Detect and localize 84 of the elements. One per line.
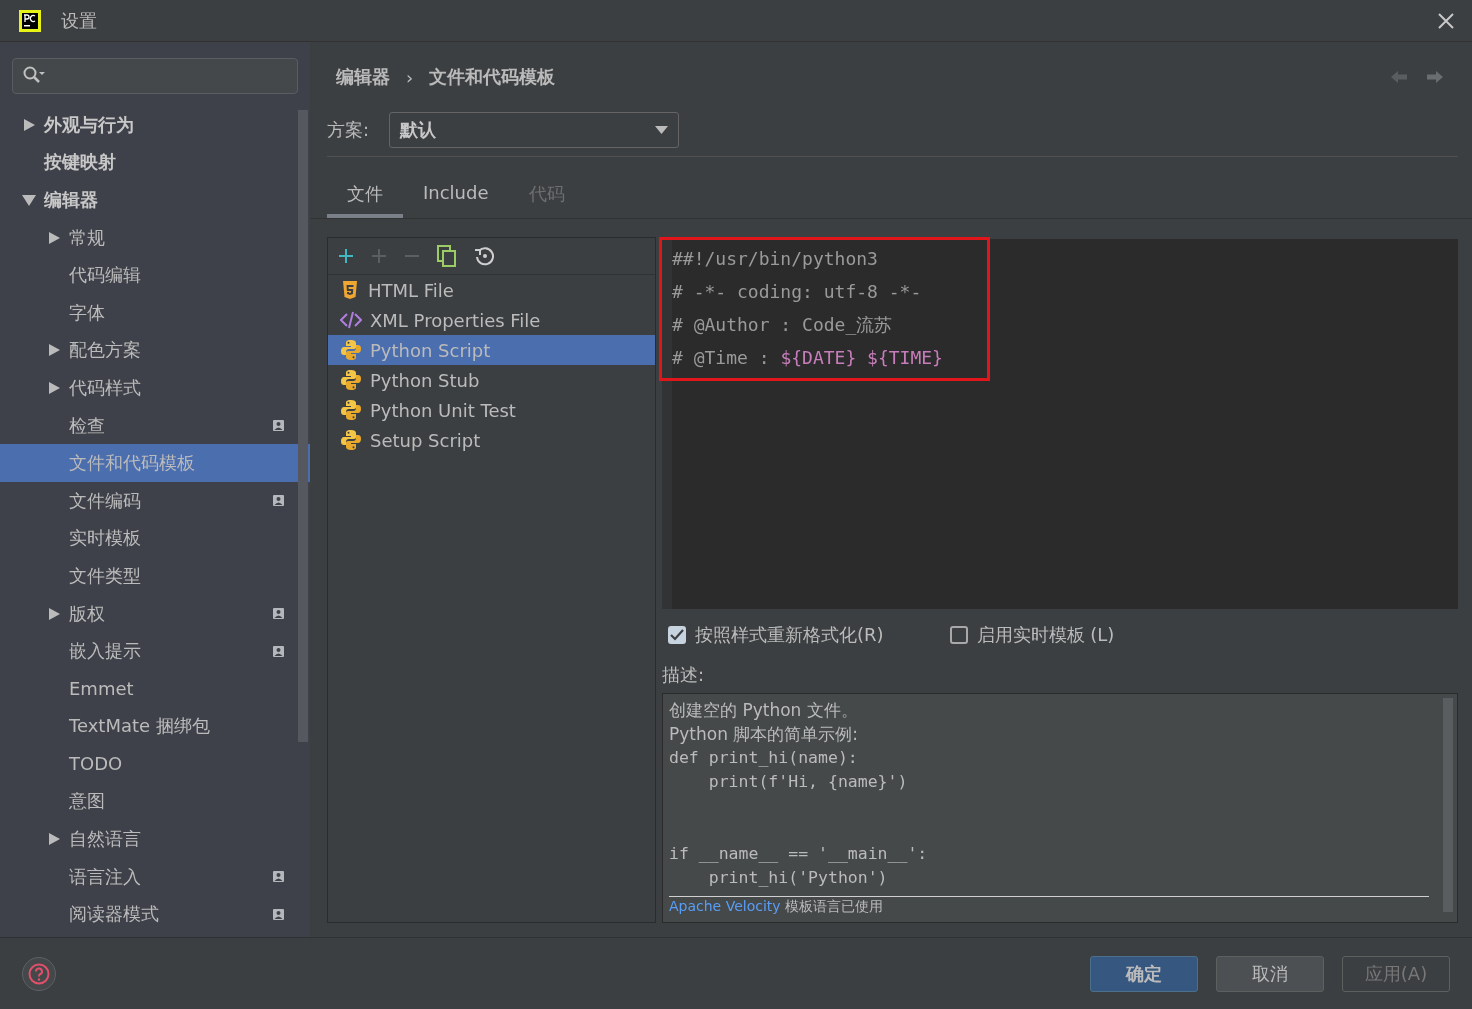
collapse-arrow-icon[interactable] xyxy=(22,193,36,207)
tree-item[interactable]: 文件编码 xyxy=(0,481,310,520)
tab[interactable]: 文件 xyxy=(327,175,403,218)
velocity-link[interactable]: Apache Velocity xyxy=(669,898,781,914)
tree-item[interactable]: 配色方案 xyxy=(0,331,310,370)
expand-arrow-icon[interactable] xyxy=(47,230,61,245)
checkbox-option[interactable]: 启用实时模板 (L) xyxy=(949,623,1115,647)
copy-icon[interactable] xyxy=(437,245,457,267)
checkbox[interactable] xyxy=(949,626,968,644)
add-icon[interactable] xyxy=(338,248,354,264)
code-line: ##!/usr/bin/python3 xyxy=(672,247,879,271)
code-tag-icon xyxy=(340,310,362,330)
python-icon xyxy=(340,399,362,421)
tree-item[interactable]: TODO xyxy=(0,745,310,783)
code-line: def print_hi(name): xyxy=(669,747,859,769)
code-line: print_hi('Python') xyxy=(707,867,889,889)
tab[interactable]: Include xyxy=(403,175,509,218)
tree-item[interactable]: Emmet xyxy=(0,669,310,708)
template-item[interactable]: Python Unit Test xyxy=(328,395,655,425)
html5-icon xyxy=(340,280,360,300)
search-field[interactable] xyxy=(12,58,298,94)
code-line: if __name__ == '__main__': xyxy=(669,843,929,865)
python-icon xyxy=(340,429,362,451)
project-badge-icon xyxy=(273,645,284,657)
tree-item[interactable]: 常规 xyxy=(0,218,310,257)
python-icon xyxy=(340,369,362,391)
tree-item[interactable]: 检查 xyxy=(0,406,310,445)
template-item[interactable]: Python Stub xyxy=(328,365,655,395)
expand-arrow-icon[interactable] xyxy=(22,117,36,132)
app-logo-icon xyxy=(19,9,41,32)
dropdown-caret-icon xyxy=(655,126,669,134)
footer-note: Apache Velocity 模板语言已使用 xyxy=(669,897,885,915)
description-text: Python 脚本的简单示例: xyxy=(669,723,860,746)
project-badge-icon xyxy=(273,495,284,507)
breadcrumb-item: 文件和代码模板 xyxy=(429,65,556,89)
tree-item[interactable]: 实时模板 xyxy=(0,519,310,558)
python-icon xyxy=(340,339,362,361)
project-badge-icon xyxy=(273,871,284,883)
tree-item[interactable]: 嵌入提示 xyxy=(0,632,310,670)
tree-item[interactable]: 外观与行为 xyxy=(0,106,310,144)
description-text: 创建空的 Python 文件。 xyxy=(669,699,859,722)
tree-item[interactable]: 自然语言 xyxy=(0,820,310,858)
tree-item[interactable]: 编辑器 xyxy=(0,181,310,219)
check-icon xyxy=(670,629,684,641)
scheme-dropdown[interactable]: 默认 xyxy=(389,112,680,148)
project-badge-icon xyxy=(273,608,284,619)
expand-arrow-icon[interactable] xyxy=(47,832,61,847)
tree-item[interactable]: TextMate 捆绑包 xyxy=(0,707,310,746)
expand-arrow-icon[interactable] xyxy=(47,380,61,395)
tree-item[interactable]: 代码样式 xyxy=(0,369,310,407)
scrollbar[interactable] xyxy=(298,110,308,742)
code-line: # @Author : Code_流苏 xyxy=(672,313,894,337)
breadcrumb-separator: › xyxy=(406,66,414,88)
tree-item[interactable]: 字体 xyxy=(0,293,310,332)
tree-item[interactable]: 版权 xyxy=(0,594,310,633)
expand-arrow-icon[interactable] xyxy=(47,606,61,621)
close-icon[interactable] xyxy=(1438,12,1454,29)
checkbox[interactable] xyxy=(668,626,686,644)
window-title: 设置 xyxy=(61,8,98,33)
description-label: 描述: xyxy=(662,663,706,687)
expand-arrow-icon[interactable] xyxy=(47,343,61,358)
code-line: print(f'Hi, {name}') xyxy=(707,771,909,793)
tree-item[interactable]: 语言注入 xyxy=(0,857,310,896)
breadcrumb-item: 编辑器 xyxy=(336,65,390,89)
dialog-button[interactable]: 确定 xyxy=(1090,955,1198,992)
help-button[interactable] xyxy=(22,956,56,991)
reset-icon[interactable] xyxy=(474,245,496,267)
tree-item[interactable]: 文件类型 xyxy=(0,557,310,595)
tree-item[interactable]: 意图 xyxy=(0,782,310,821)
code-line: # @Time : ${DATE} ${TIME} xyxy=(672,346,943,370)
tree-item[interactable]: 代码编辑 xyxy=(0,256,310,294)
template-item[interactable]: XML Properties File xyxy=(328,305,655,335)
help-icon xyxy=(28,962,50,985)
project-badge-icon xyxy=(273,420,284,432)
tree-item[interactable]: 阅读器模式 xyxy=(0,895,310,934)
project-badge-icon xyxy=(273,908,284,920)
template-item[interactable]: HTML File xyxy=(328,275,655,305)
dialog-button[interactable]: 取消 xyxy=(1216,955,1324,992)
scheme-label: 方案: xyxy=(327,118,370,142)
tree-item[interactable]: 按键映射 xyxy=(0,143,310,182)
option-label: 启用实时模板 (L) xyxy=(976,623,1115,647)
code-line: # -*- coding: utf-8 -*- xyxy=(672,280,923,304)
template-item[interactable]: Setup Script xyxy=(328,425,655,455)
code-editor[interactable]: ##!/usr/bin/python3 # -*- coding: utf-8 -*- # @Author : Code_流苏 # @Time : ${DATE} ${TIME} xyxy=(662,239,1458,609)
